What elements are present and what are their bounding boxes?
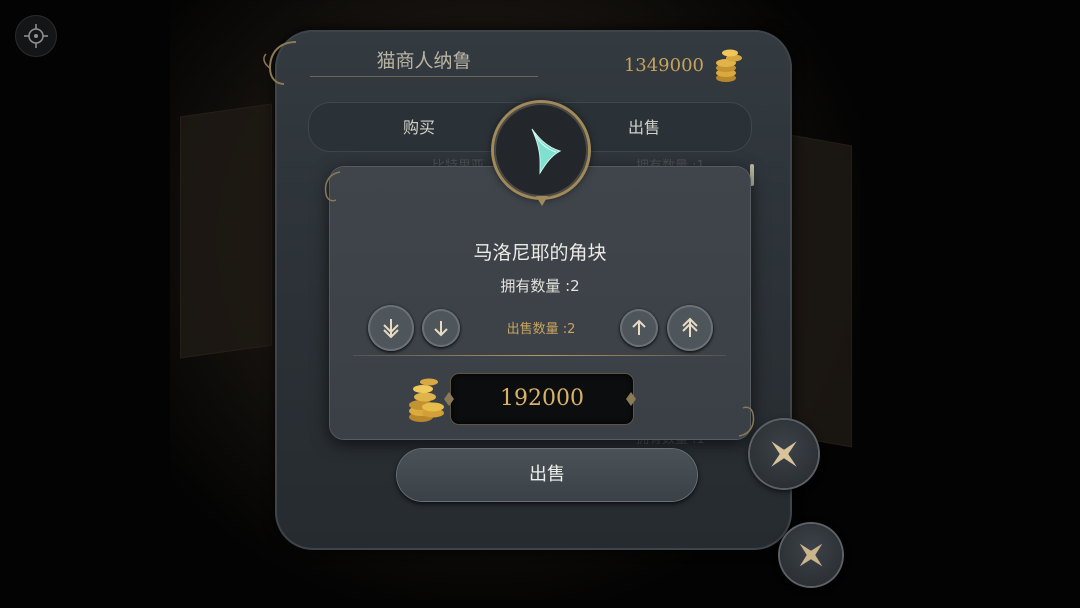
owned-count: 拥有数量 :2 <box>500 277 580 295</box>
corner-ornament-icon <box>324 171 341 202</box>
horn-fragment-icon <box>531 128 562 175</box>
increase-button[interactable] <box>620 309 658 347</box>
compass-icon <box>24 24 48 48</box>
confirm-sell-button[interactable]: 出售 <box>397 449 697 501</box>
close-dialog-button[interactable] <box>750 420 818 488</box>
item-medallion <box>494 103 588 197</box>
increase-max-button[interactable] <box>667 305 713 351</box>
sell-price: 192000 <box>500 386 584 411</box>
list-scrollbar[interactable] <box>750 164 754 186</box>
ship-plank <box>790 134 852 448</box>
item-name: 马洛尼耶的角块 <box>473 242 607 264</box>
tab-sell[interactable]: 出售 <box>628 114 660 138</box>
money-amount: 1349000 <box>623 55 704 76</box>
decrease-button[interactable] <box>422 309 460 347</box>
game-screen: 猫商人纳鲁 1349000 购买 出售 比特里亚... 出售 拥有数量 :1 1… <box>0 0 1080 608</box>
decrease-max-button[interactable] <box>368 305 414 351</box>
arrow-up-icon <box>632 319 646 335</box>
close-star-icon <box>771 441 797 467</box>
arrow-down-icon <box>434 321 448 337</box>
divider <box>353 355 726 356</box>
compass-menu-button[interactable] <box>15 15 57 57</box>
close-star-icon <box>799 543 823 567</box>
sell-quantity: 出售数量 :2 <box>506 322 576 337</box>
gold-coins-icon <box>716 49 742 82</box>
shop-title: 猫商人纳鲁 <box>310 46 538 77</box>
gold-coins-icon <box>409 378 444 422</box>
medallion-point-icon <box>536 196 548 206</box>
double-arrow-down-icon <box>383 319 399 339</box>
tab-buy[interactable]: 购买 <box>403 114 435 138</box>
corner-ornament-icon <box>263 41 297 85</box>
close-shop-button[interactable] <box>780 524 842 586</box>
double-arrow-up-icon <box>682 317 698 337</box>
ship-plank <box>180 103 272 359</box>
